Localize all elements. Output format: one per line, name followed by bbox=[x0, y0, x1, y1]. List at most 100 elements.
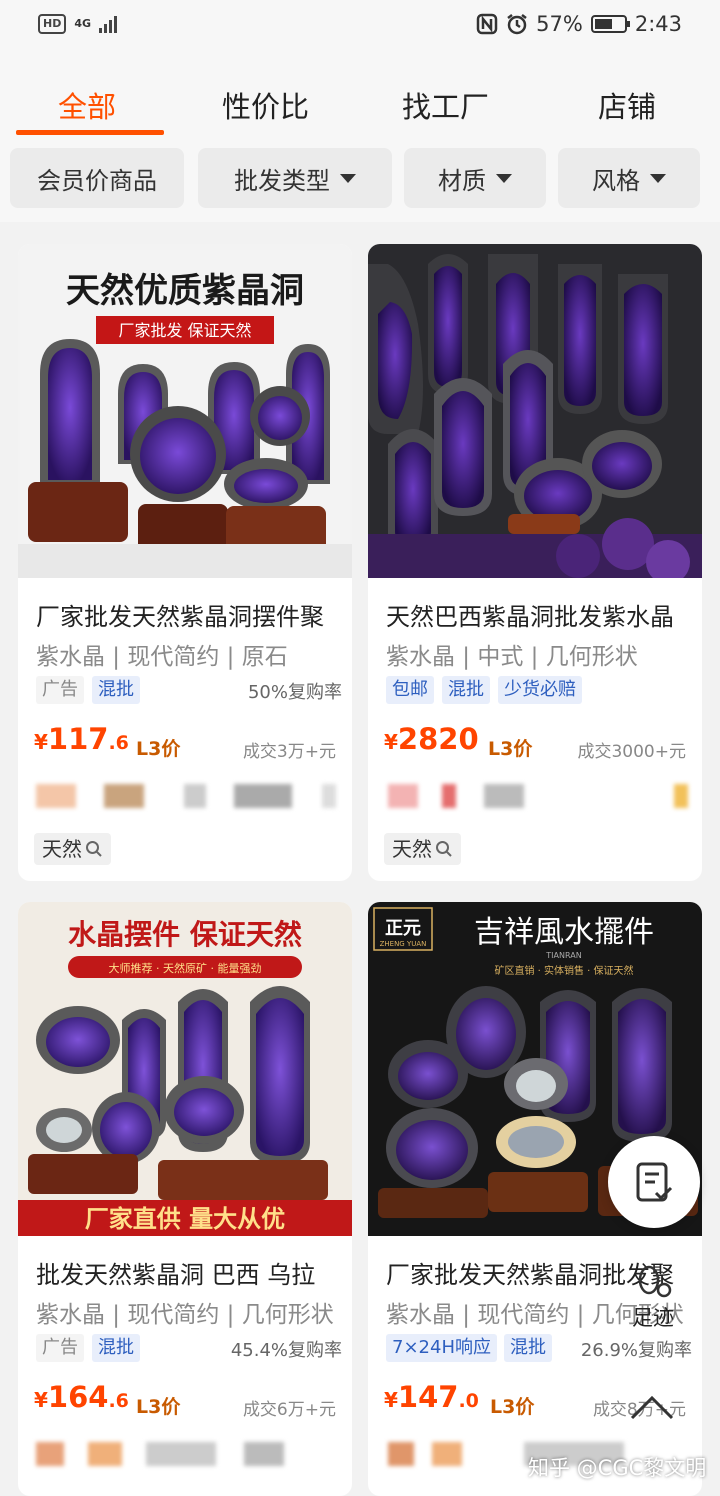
brand-name: 正元 bbox=[385, 918, 421, 939]
filter-style[interactable]: 风格 bbox=[558, 148, 700, 208]
nfc-icon bbox=[476, 13, 498, 35]
footprint-icon bbox=[638, 1265, 672, 1298]
product-image: 水晶摆件 保证天然 大师推荐 · 天然原矿 · 能量强劲 厂家直供 量大从优 bbox=[18, 902, 352, 1236]
price-level: L3价 bbox=[136, 1396, 181, 1418]
search-icon bbox=[86, 841, 102, 857]
tag-mixed: 混批 bbox=[92, 676, 140, 704]
price-decimal: .6 bbox=[108, 732, 129, 754]
banner-title: 水晶摆件 保证天然 bbox=[68, 918, 302, 951]
product-card[interactable]: 天然巴西紫晶洞批发紫水晶 紫水晶 | 中式 | 几何形状 包邮 混批 少货必赔 … bbox=[368, 244, 702, 881]
price-integer: 147 bbox=[397, 1380, 459, 1414]
checklist-icon bbox=[636, 1162, 673, 1202]
active-tab-indicator bbox=[16, 130, 164, 135]
product-price: ¥2820 bbox=[384, 722, 479, 756]
price-currency: ¥ bbox=[34, 730, 48, 754]
filter-member-price[interactable]: 会员价商品 bbox=[10, 148, 184, 208]
filter-label: 材质 bbox=[438, 166, 486, 195]
banner-subtitle: 大师推荐 · 天然原矿 · 能量强劲 bbox=[109, 961, 262, 975]
keyword-chip[interactable]: 天然 bbox=[384, 833, 461, 865]
product-attributes: 紫水晶 | 中式 | 几何形状 bbox=[386, 644, 638, 670]
product-title: 厂家批发天然紫晶洞摆件聚 bbox=[36, 603, 324, 631]
chevron-down-icon bbox=[496, 173, 512, 183]
tab-shops[interactable]: 店铺 bbox=[598, 84, 656, 126]
rebuy-rate: 26.9%复购率 bbox=[580, 1340, 692, 1361]
banner-subtitle: 厂家批发 保证天然 bbox=[118, 321, 251, 340]
scroll-top-icon[interactable] bbox=[626, 1392, 678, 1422]
sold-amount: 成交3000+元 bbox=[577, 742, 686, 762]
price-integer: 117 bbox=[47, 722, 109, 756]
battery-icon bbox=[590, 15, 630, 33]
status-bar: HD 4G 57% 2:43 bbox=[0, 0, 720, 56]
blurred-info bbox=[34, 784, 336, 812]
sold-amount: 成交3万+元 bbox=[242, 742, 336, 762]
blurred-info bbox=[384, 784, 688, 812]
tag-shortage-compensation: 少货必赔 bbox=[498, 676, 582, 704]
keyword-label: 天然 bbox=[392, 837, 432, 861]
search-icon bbox=[436, 841, 452, 857]
banner-title: 吉祥風水擺件 bbox=[474, 915, 654, 950]
price-decimal: .0 bbox=[458, 1390, 479, 1412]
tag-free-shipping: 包邮 bbox=[386, 676, 434, 704]
footprint-label: 足迹 bbox=[632, 1306, 674, 1330]
chevron-down-icon bbox=[650, 173, 666, 183]
product-title: 天然巴西紫晶洞批发紫水晶 bbox=[386, 603, 674, 631]
rebuy-rate: 50%复购率 bbox=[247, 682, 342, 703]
chevron-down-icon bbox=[340, 173, 356, 183]
price-level: L3价 bbox=[490, 1396, 535, 1418]
price-level: L3价 bbox=[488, 738, 533, 760]
signal-icon bbox=[99, 15, 118, 33]
product-tags: 7×24H响应 混批 26.9%复购率 bbox=[386, 1334, 692, 1364]
banner-subtitle: 矿区直销 · 实体销售 · 保证天然 bbox=[494, 964, 633, 977]
hd-badge: HD bbox=[38, 14, 67, 34]
filter-label: 风格 bbox=[592, 166, 640, 195]
tab-value[interactable]: 性价比 bbox=[222, 84, 309, 126]
price-currency: ¥ bbox=[384, 730, 398, 754]
product-tags: 广告 混批 50%复购率 bbox=[36, 676, 342, 706]
product-attributes: 紫水晶 | 现代简约 | 几何形状 bbox=[36, 1302, 334, 1328]
network-type: 4G bbox=[74, 17, 92, 30]
filter-material[interactable]: 材质 bbox=[404, 148, 546, 208]
battery-percent: 57% bbox=[536, 12, 583, 36]
tag-mixed: 混批 bbox=[442, 676, 490, 704]
rebuy-rate: 45.4%复购率 bbox=[230, 1340, 342, 1361]
tag-ad: 广告 bbox=[36, 1334, 84, 1362]
blurred-info bbox=[34, 1442, 336, 1470]
product-tags: 包邮 混批 少货必赔 bbox=[386, 676, 692, 706]
price-currency: ¥ bbox=[34, 1388, 48, 1412]
product-price: ¥164.6 bbox=[34, 1380, 129, 1414]
watermark: 知乎 @CGC黎文明 bbox=[528, 1456, 707, 1480]
tag-service: 7×24H响应 bbox=[386, 1334, 497, 1362]
banner-title: 天然优质紫晶洞 bbox=[66, 271, 304, 311]
price-integer: 164 bbox=[47, 1380, 109, 1414]
brand-name-en: ZHENG YUAN bbox=[380, 940, 427, 948]
tag-ad: 广告 bbox=[36, 676, 84, 704]
tab-all[interactable]: 全部 bbox=[58, 84, 116, 126]
product-price: ¥117.6 bbox=[34, 722, 129, 756]
category-tabs: 全部 性价比 找工厂 店铺 bbox=[0, 56, 720, 138]
keyword-chip[interactable]: 天然 bbox=[34, 833, 111, 865]
filter-bar: 会员价商品 批发类型 材质 风格 bbox=[0, 138, 720, 222]
keyword-label: 天然 bbox=[42, 837, 82, 861]
tag-mixed: 混批 bbox=[504, 1334, 552, 1362]
tab-factory[interactable]: 找工厂 bbox=[402, 84, 489, 126]
product-card[interactable]: 天然优质紫晶洞 厂家批发 保证天然 厂家批发天然紫晶洞摆件聚 紫水晶 | 现代简… bbox=[18, 244, 352, 881]
product-image bbox=[368, 244, 702, 578]
footprint-button[interactable]: 足迹 bbox=[618, 1264, 688, 1332]
price-currency: ¥ bbox=[384, 1388, 398, 1412]
filter-wholesale-type[interactable]: 批发类型 bbox=[198, 148, 392, 208]
banner-bottom: 厂家直供 量大从优 bbox=[85, 1204, 285, 1233]
filter-label: 会员价商品 bbox=[37, 166, 157, 195]
sold-amount: 成交6万+元 bbox=[242, 1400, 336, 1420]
product-card[interactable]: 水晶摆件 保证天然 大师推荐 · 天然原矿 · 能量强劲 厂家直供 量大从优 批… bbox=[18, 902, 352, 1496]
notes-button[interactable] bbox=[608, 1136, 700, 1228]
product-attributes: 紫水晶 | 现代简约 | 原石 bbox=[36, 644, 288, 670]
price-integer: 2820 bbox=[397, 722, 479, 756]
product-price: ¥147.0 bbox=[384, 1380, 479, 1414]
banner-english: TIANRAN bbox=[545, 951, 581, 960]
price-level: L3价 bbox=[136, 738, 181, 760]
filter-label: 批发类型 bbox=[234, 166, 330, 195]
product-tags: 广告 混批 45.4%复购率 bbox=[36, 1334, 342, 1364]
clock: 2:43 bbox=[634, 12, 682, 36]
price-decimal: .6 bbox=[108, 1390, 129, 1412]
tag-mixed: 混批 bbox=[92, 1334, 140, 1362]
